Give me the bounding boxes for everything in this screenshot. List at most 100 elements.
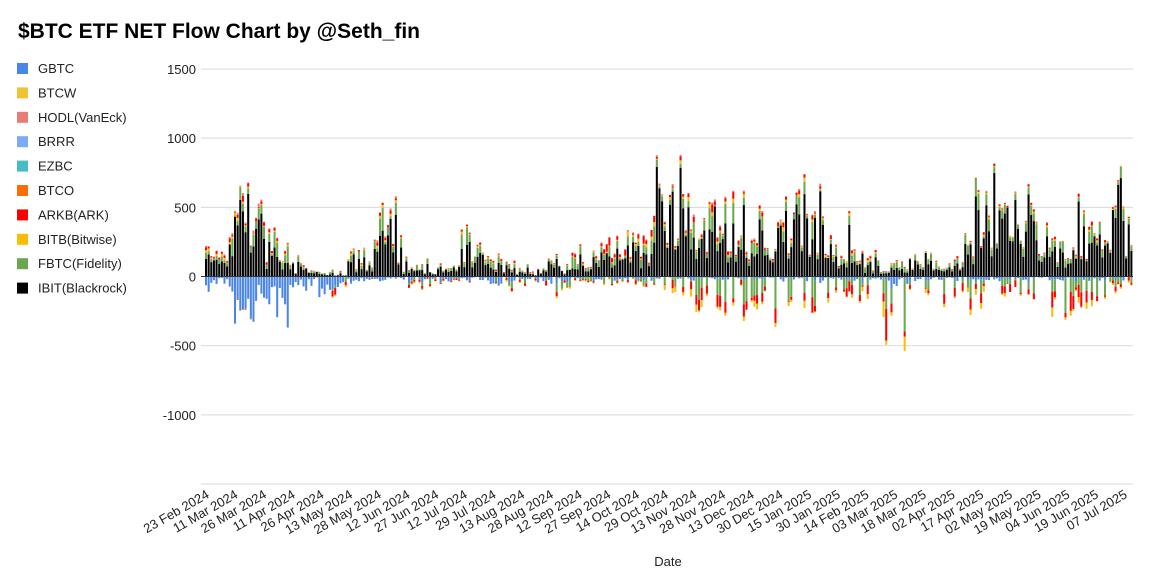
bar-segment: [286, 242, 289, 244]
bar-segment: [334, 285, 337, 289]
bar-segment: [827, 255, 830, 257]
bar-segment: [658, 188, 661, 277]
bar-segment: [856, 262, 859, 266]
bar-segment: [357, 250, 360, 252]
bar-segment: [882, 301, 885, 318]
bar-segment: [927, 280, 930, 291]
bar-segment: [608, 245, 611, 247]
bar-segment: [336, 276, 339, 288]
bar-segment: [555, 283, 558, 293]
bar-segment: [611, 285, 614, 286]
bar-segment: [476, 246, 479, 248]
bar-segment: [647, 263, 650, 265]
bar-segment: [740, 277, 743, 281]
bar-segment: [1077, 196, 1080, 198]
bar-segment: [1090, 225, 1093, 227]
bar-segment: [924, 276, 927, 281]
bar-segment: [898, 270, 901, 277]
bar-segment: [513, 264, 516, 269]
bar-segment: [415, 265, 418, 266]
bar-segment: [642, 280, 645, 286]
bar-segment: [959, 268, 962, 270]
bar-segment: [811, 276, 814, 298]
bar-segment: [276, 242, 279, 257]
bar-segment: [252, 233, 255, 235]
bar-segment: [1080, 306, 1083, 308]
bar-segment: [1035, 222, 1038, 224]
bar-segment: [218, 259, 221, 264]
bar-segment: [373, 241, 376, 243]
bar-segment: [292, 262, 295, 264]
bar-segment: [505, 265, 508, 277]
bar-segment: [1098, 221, 1101, 223]
bar-segment: [1061, 276, 1064, 281]
bar-segment: [1117, 283, 1120, 285]
bar-segment: [1038, 260, 1041, 277]
bar-segment: [621, 278, 624, 281]
bar-segment: [806, 216, 809, 219]
bar-segment: [571, 268, 574, 277]
bar-segment: [653, 221, 656, 227]
bar-segment: [220, 251, 223, 254]
bar-segment: [463, 262, 466, 264]
bar-segment: [394, 214, 397, 277]
bar-segment: [566, 265, 569, 271]
bar-segment: [505, 261, 508, 263]
bar-segment: [550, 260, 553, 265]
bar-segment: [713, 199, 716, 202]
bar-segment: [1011, 237, 1014, 242]
bar-segment: [408, 276, 411, 284]
bar-segment: [603, 254, 606, 260]
bar-segment: [223, 276, 226, 284]
bar-segment: [674, 246, 677, 248]
bar-segment: [653, 283, 656, 285]
bar-segment: [278, 261, 281, 277]
bar-segment: [742, 205, 745, 277]
bar-segment: [798, 190, 801, 195]
bar-segment: [632, 233, 635, 235]
bar-segment: [497, 263, 500, 277]
bar-segment: [452, 265, 455, 268]
bar-segment: [845, 279, 848, 289]
bar-segment: [226, 260, 229, 262]
bar-segment: [790, 296, 793, 300]
bar-segment: [265, 264, 268, 269]
bar-segment: [634, 244, 637, 247]
bar-segment: [695, 304, 698, 313]
bar-segment: [418, 270, 421, 277]
bar-segment: [901, 268, 904, 277]
bar-segment: [550, 259, 553, 261]
bar-segment: [371, 277, 374, 278]
bar-segment: [626, 236, 629, 246]
bar-segment: [724, 201, 727, 204]
bar-segment: [969, 243, 972, 245]
bar-segment: [1096, 242, 1099, 246]
bar-segment: [687, 192, 690, 194]
bar-segment: [982, 238, 985, 277]
bar-segment: [961, 262, 964, 264]
bar-segment: [1017, 224, 1020, 225]
bar-segment: [228, 242, 231, 245]
bar-segment: [1090, 242, 1093, 277]
bar-segment: [850, 262, 853, 277]
bar-segment: [616, 248, 619, 277]
bar-segment: [218, 263, 221, 277]
bar-segment: [763, 255, 766, 277]
bar-segment: [460, 234, 463, 249]
bar-segment: [690, 280, 693, 282]
bar-segment: [927, 290, 930, 294]
bar-segment: [1051, 307, 1054, 317]
bar-segment: [589, 267, 592, 269]
bar-segment: [974, 276, 977, 281]
bar-segment: [661, 196, 664, 202]
bar-segment: [1032, 221, 1035, 277]
bar-segment: [518, 271, 521, 277]
bar-segment: [658, 186, 661, 189]
bar-segment: [624, 258, 627, 277]
bar-segment: [864, 273, 867, 277]
bar-segment: [603, 253, 606, 255]
bar-segment: [600, 252, 603, 277]
bar-segment: [1119, 278, 1122, 285]
bar-segment: [1053, 291, 1056, 298]
bar-segment: [255, 221, 258, 229]
